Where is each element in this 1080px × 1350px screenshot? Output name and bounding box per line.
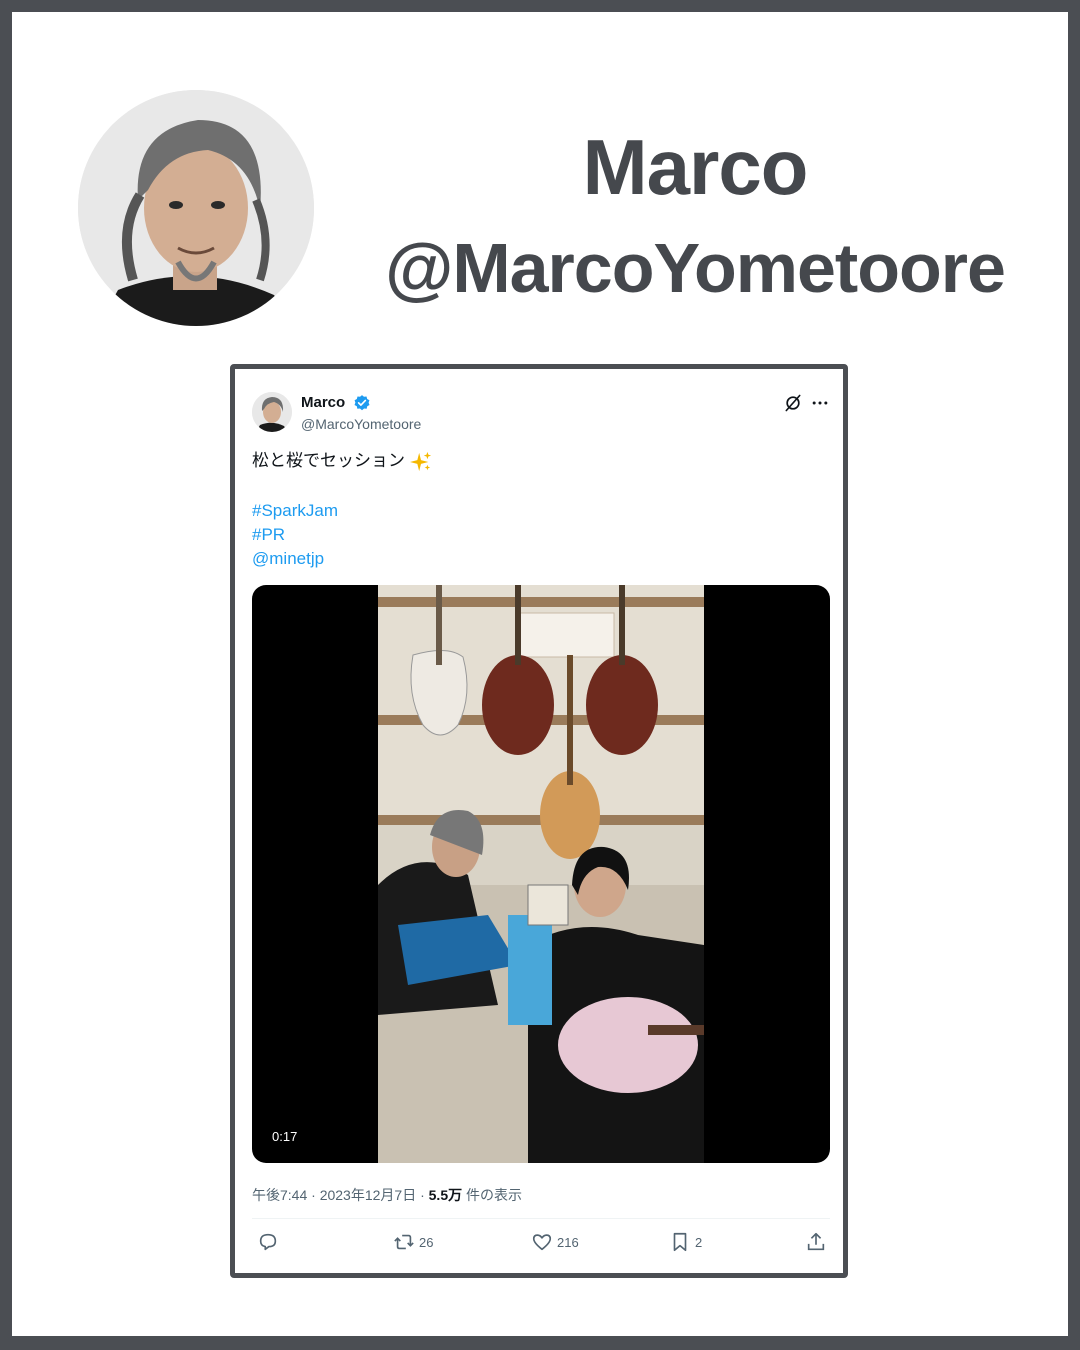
hashtag-sparkjam[interactable]: #SparkJam (252, 499, 338, 523)
grok-icon[interactable] (783, 393, 803, 413)
bookmark-icon (673, 1232, 687, 1252)
sparkles-emoji-icon (409, 451, 431, 471)
bookmark-count: 2 (695, 1234, 703, 1250)
retweet-button[interactable]: 26 (393, 1231, 433, 1253)
verified-badge-icon (354, 395, 370, 411)
tweet-metadata: 午後7:44 · 2023年12月7日 · 5.5万 件の表示 (252, 1185, 522, 1205)
tweet-text: 松と桜でセッション (252, 449, 432, 473)
retweet-count: 26 (419, 1234, 434, 1250)
tweet-author-avatar[interactable] (252, 392, 292, 432)
like-count: 216 (557, 1234, 579, 1250)
reply-button[interactable] (257, 1231, 279, 1253)
reply-icon (259, 1233, 277, 1251)
tweet-timestamp[interactable]: 午後7:44 · 2023年12月7日 · (252, 1187, 429, 1203)
share-button[interactable] (805, 1231, 827, 1253)
tweet-text-body: 松と桜でセッション (252, 451, 405, 470)
tweet-card: Marco @MarcoYometoore 松と桜でセッション #SparkJa… (230, 364, 848, 1278)
views-count: 5.5万 (428, 1187, 463, 1203)
like-button[interactable]: 216 (531, 1231, 579, 1253)
header-username: @MarcoYometoore (385, 229, 1006, 307)
heart-icon (532, 1234, 552, 1251)
mention-link[interactable]: @minetjp (252, 547, 324, 571)
hashtag-pr[interactable]: #PR (252, 523, 285, 547)
tweet-author-name[interactable]: Marco (301, 394, 345, 411)
video-duration: 0:17 (272, 1129, 298, 1144)
actions-divider (252, 1218, 830, 1219)
share-icon (807, 1232, 825, 1251)
views-label: 件の表示 (462, 1187, 522, 1203)
more-options-icon[interactable] (810, 393, 830, 413)
tweet-author-handle[interactable]: @MarcoYometoore (301, 416, 421, 432)
header-display-name: Marco (582, 123, 809, 211)
bookmark-button[interactable]: 2 (669, 1231, 702, 1253)
retweet-icon (394, 1234, 414, 1250)
tweet-video[interactable]: 0:17 (252, 585, 830, 1163)
profile-avatar-large (78, 90, 314, 326)
video-thumbnail (378, 585, 704, 1163)
